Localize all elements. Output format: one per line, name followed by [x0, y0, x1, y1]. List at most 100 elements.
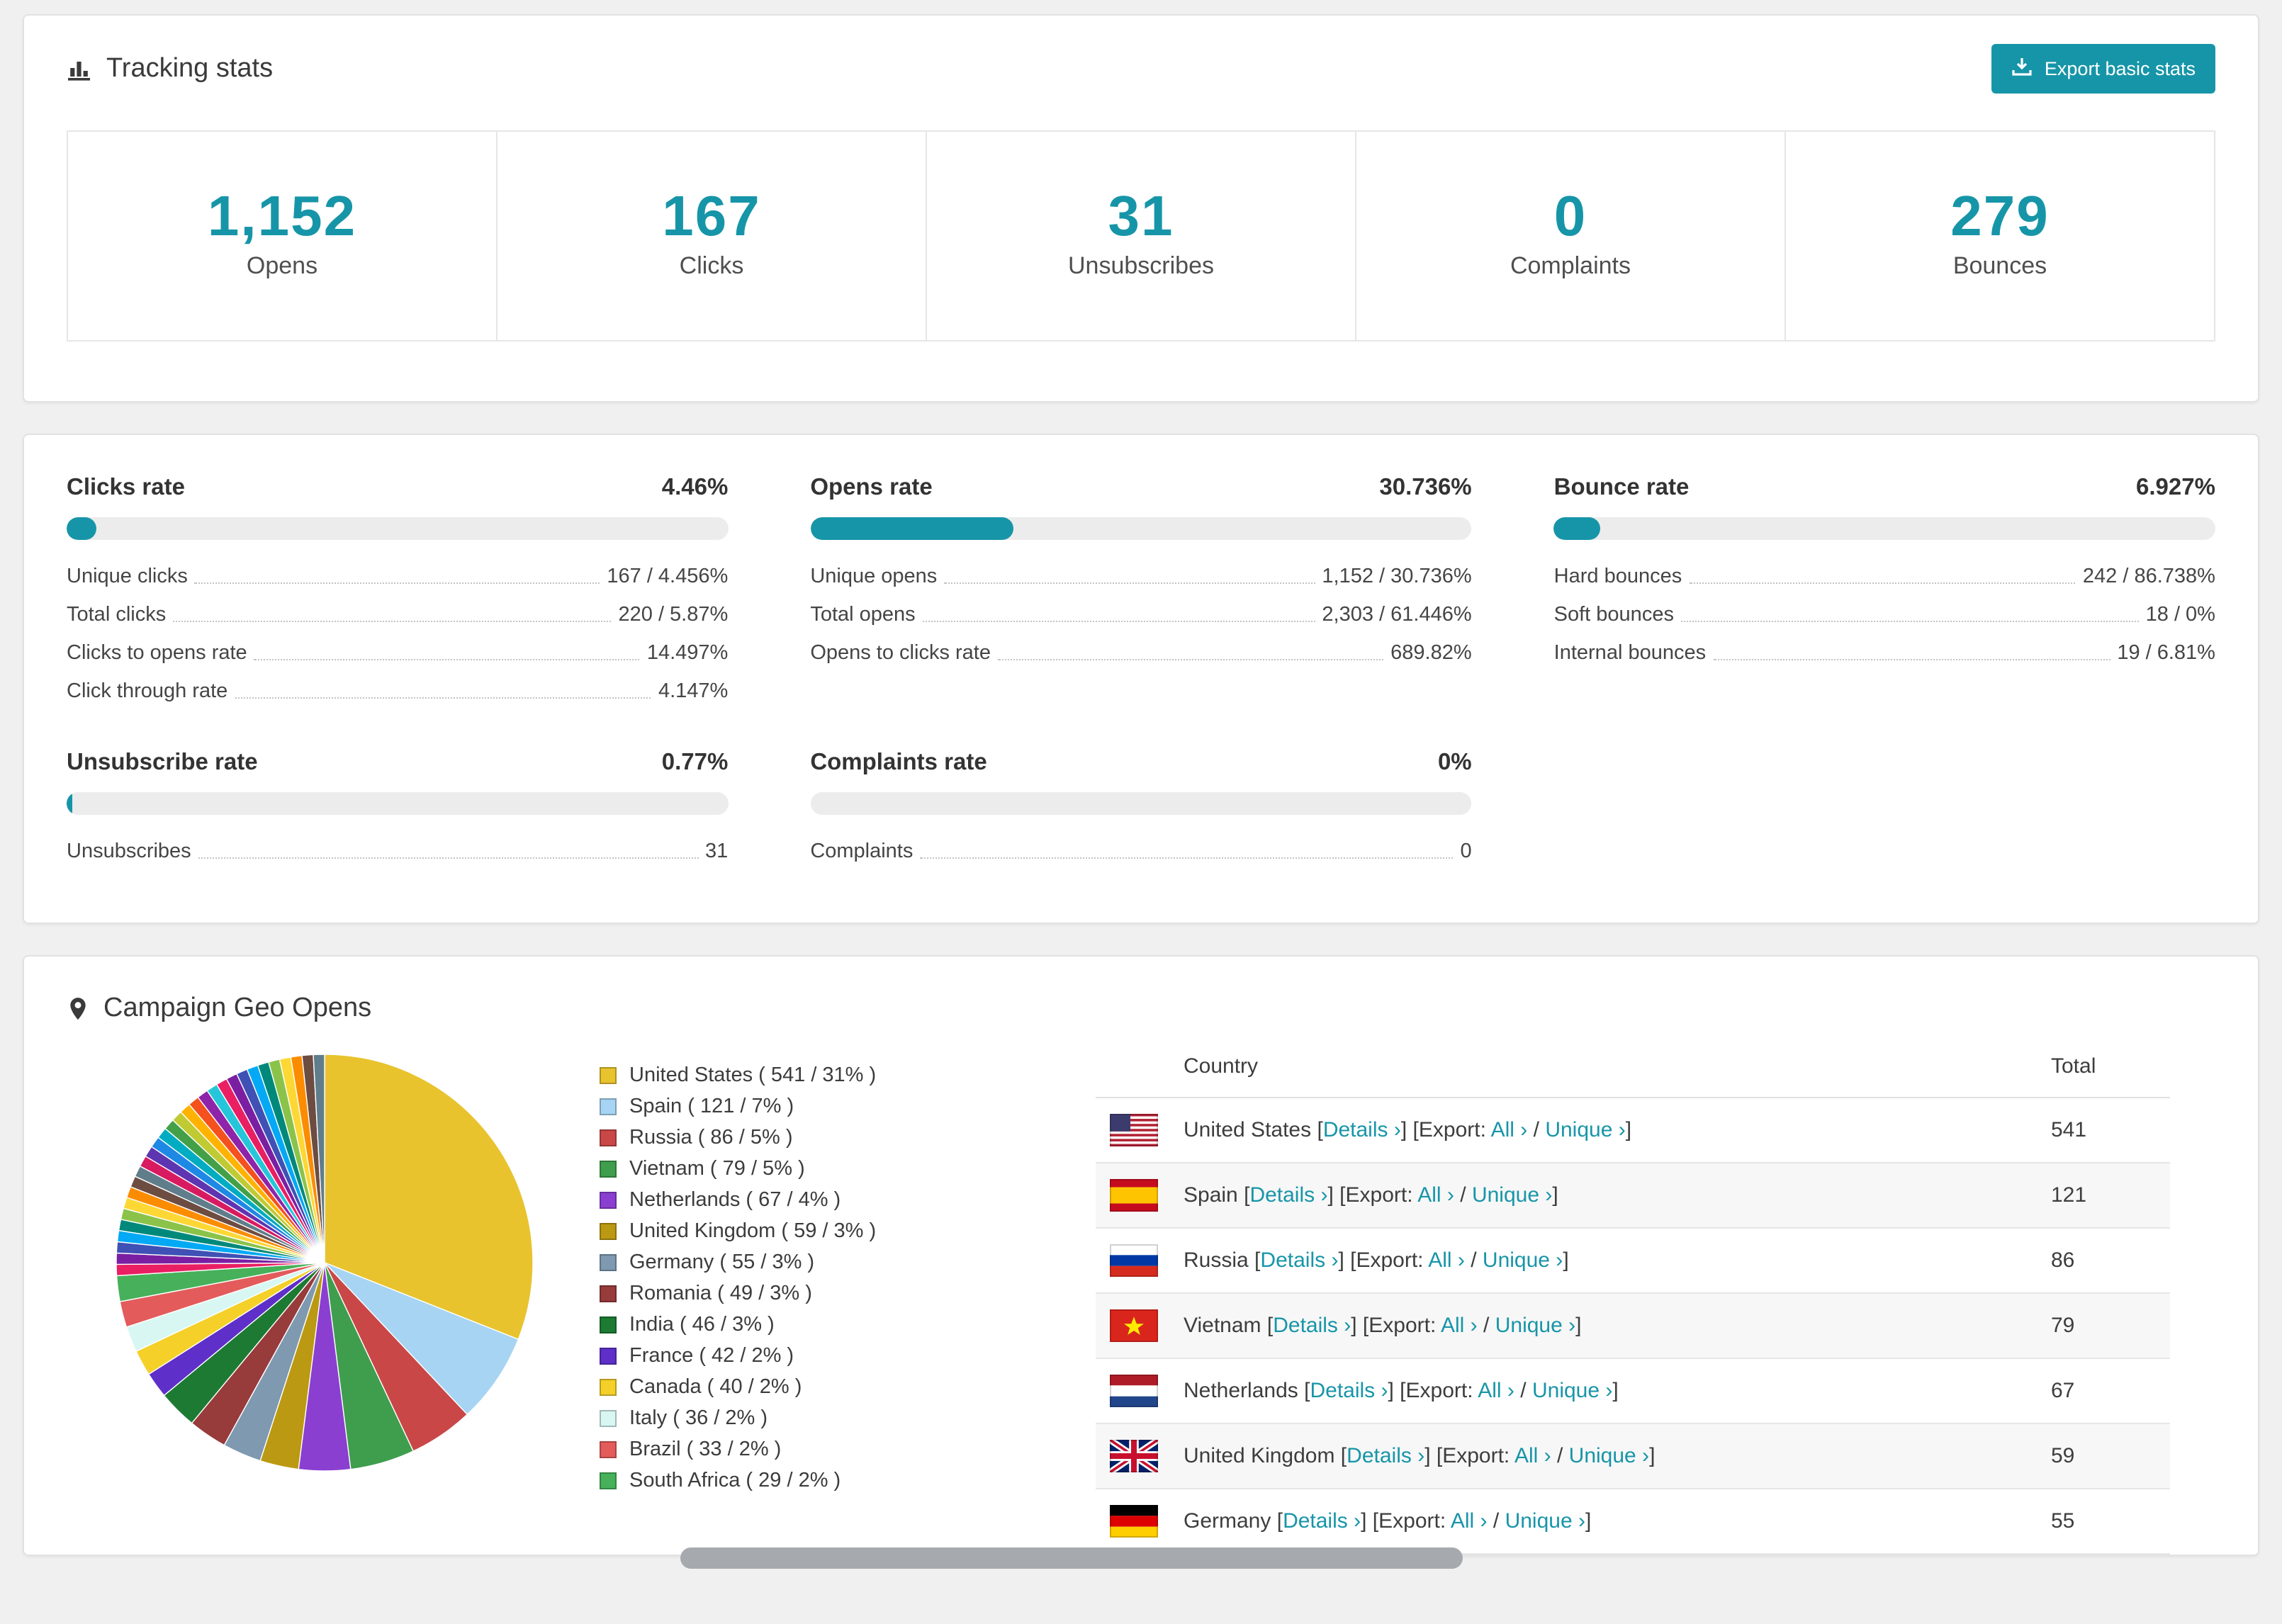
- export-prefix: Export:: [1368, 1314, 1441, 1338]
- rate-block-opens-rate: Opens rate 30.736% Unique opens 1,152 / 30.…: [810, 475, 1472, 703]
- stat-value: 0: [1553, 186, 1587, 248]
- stat-line-value: 2,303 / 61.446%: [1322, 604, 1472, 626]
- stat-line-label: Unique opens: [810, 565, 938, 588]
- stat-line-label: Unique clicks: [67, 565, 188, 588]
- geo-row-spain: Spain [Details ›] [Export: All › / Uniqu…: [1096, 1163, 2170, 1229]
- stat-line-label: Clicks to opens rate: [67, 642, 247, 665]
- flag-es-icon: [1110, 1179, 1158, 1212]
- legend-item-india: India ( 46 / 3% ): [600, 1314, 1039, 1336]
- details-link-united-states[interactable]: Details ›: [1323, 1118, 1401, 1142]
- stat-line-total-clicks: Total clicks 220 / 5.87%: [67, 604, 728, 626]
- dotted-leader: [997, 659, 1384, 660]
- tracking-stats-title: Tracking stats: [67, 53, 273, 84]
- geo-row-united-states: United States [Details ›] [Export: All ›…: [1096, 1098, 2170, 1163]
- flag-cell-russia: [1096, 1228, 1172, 1294]
- export-icon: [2012, 57, 2033, 81]
- geo-table-header-row: Country Total: [1096, 1036, 2170, 1098]
- flag-ru-icon: [1110, 1244, 1158, 1277]
- export-unique-link-netherlands[interactable]: Unique ›: [1532, 1379, 1612, 1403]
- flag-us-icon: [1110, 1114, 1158, 1146]
- export-all-link-united-kingdom[interactable]: All ›: [1514, 1444, 1551, 1468]
- stat-line-soft-bounces: Soft bounces 18 / 0%: [1554, 604, 2215, 626]
- details-link-united-kingdom[interactable]: Details ›: [1347, 1444, 1424, 1468]
- legend-item-vietnam: Vietnam ( 79 / 5% ): [600, 1158, 1039, 1180]
- stat-line-label: Hard bounces: [1553, 565, 1682, 588]
- export-all-link-spain[interactable]: All ›: [1417, 1183, 1454, 1207]
- export-basic-stats-button[interactable]: Export basic stats: [1991, 44, 2215, 94]
- export-prefix: Export:: [1345, 1183, 1418, 1207]
- legend-label: France ( 42 / 2% ): [629, 1345, 794, 1368]
- stat-label: Opens: [246, 252, 318, 279]
- details-link-germany[interactable]: Details ›: [1283, 1509, 1361, 1533]
- stat-line-total-opens: Total opens 2,303 / 61.446%: [810, 604, 1471, 626]
- export-unique-link-spain[interactable]: Unique ›: [1472, 1183, 1552, 1207]
- details-link-russia[interactable]: Details ›: [1260, 1248, 1338, 1273]
- progress-bar: [1553, 517, 2215, 540]
- stat-line-value: 14.497%: [646, 642, 729, 665]
- export-unique-link-united-kingdom[interactable]: Unique ›: [1569, 1444, 1649, 1468]
- export-unique-link-united-states[interactable]: Unique ›: [1545, 1118, 1625, 1142]
- export-unique-link-vietnam[interactable]: Unique ›: [1495, 1314, 1575, 1338]
- geo-row-united-kingdom: United Kingdom [Details ›] [Export: All …: [1096, 1423, 2170, 1489]
- export-unique-link-germany[interactable]: Unique ›: [1505, 1509, 1585, 1533]
- country-cell-russia: Russia [Details ›] [Export: All › / Uniq…: [1172, 1228, 2040, 1294]
- geo-title: Campaign Geo Opens: [67, 993, 2215, 1025]
- country-cell-spain: Spain [Details ›] [Export: All › / Uniqu…: [1172, 1163, 2040, 1229]
- geo-row-germany: Germany [Details ›] [Export: All › / Uni…: [1096, 1489, 2170, 1555]
- flag-cell-united-kingdom: [1096, 1423, 1172, 1489]
- export-unique-link-russia[interactable]: Unique ›: [1483, 1248, 1563, 1273]
- stat-line-unique-clicks: Unique clicks 167 / 4.456%: [67, 565, 728, 588]
- progress-bar-fill: [810, 517, 1014, 540]
- flag-column-header: [1096, 1036, 1172, 1098]
- stat-label: Complaints: [1510, 252, 1631, 279]
- geo-body: United States ( 541 / 31% ) Spain ( 121 /…: [24, 1030, 2258, 1555]
- export-prefix: Export:: [1405, 1379, 1478, 1403]
- progress-bar-fill: [1553, 517, 1600, 540]
- stat-line-value: 689.82%: [1390, 642, 1472, 665]
- stat-line-label: Unsubscribes: [67, 840, 191, 863]
- stat-value: 279: [1950, 186, 2050, 248]
- horizontal-scrollbar-thumb[interactable]: [680, 1547, 1463, 1569]
- legend-swatch: [600, 1410, 617, 1427]
- details-link-netherlands[interactable]: Details ›: [1310, 1379, 1388, 1403]
- stat-line-value: 167 / 4.456%: [607, 565, 729, 588]
- rates-card: Clicks rate 4.46% Unique clicks 167 / 4.456…: [23, 434, 2259, 924]
- dotted-leader: [1680, 621, 2139, 622]
- export-all-link-netherlands[interactable]: All ›: [1478, 1379, 1514, 1403]
- rate-value: 4.46%: [661, 475, 729, 500]
- stat-line-value: 220 / 5.87%: [618, 604, 729, 626]
- dotted-leader: [235, 697, 651, 699]
- flag-cell-vietnam: [1096, 1293, 1172, 1359]
- export-prefix: Export:: [1378, 1509, 1451, 1533]
- stat-line-hard-bounces: Hard bounces 242 / 86.738%: [1554, 565, 2215, 588]
- flag-nl-icon: [1110, 1375, 1158, 1407]
- details-link-vietnam[interactable]: Details ›: [1273, 1314, 1351, 1338]
- export-all-link-united-states[interactable]: All ›: [1491, 1118, 1528, 1142]
- legend-label: Germany ( 55 / 3% ): [629, 1251, 815, 1274]
- legend-label: India ( 46 / 3% ): [629, 1314, 775, 1336]
- legend-swatch: [600, 1098, 617, 1115]
- stat-line-value: 1,152 / 30.736%: [1322, 565, 1472, 588]
- details-link-spain[interactable]: Details ›: [1249, 1183, 1327, 1207]
- legend-swatch: [600, 1348, 617, 1365]
- export-all-link-russia[interactable]: All ›: [1428, 1248, 1465, 1273]
- legend-label: Vietnam ( 79 / 5% ): [629, 1158, 805, 1180]
- legend-swatch: [600, 1285, 617, 1302]
- total-column-header: Total: [2040, 1036, 2170, 1098]
- progress-bar-fill: [67, 792, 72, 815]
- geo-title-text: Campaign Geo Opens: [103, 993, 372, 1023]
- rate-block-complaints-rate: Complaints rate 0% Complaints 0: [810, 750, 1472, 863]
- rate-title: Opens rate: [810, 475, 933, 500]
- export-all-link-vietnam[interactable]: All ›: [1441, 1314, 1478, 1338]
- stat-line-value: 18 / 0%: [2145, 604, 2215, 626]
- geo-total-germany: 55: [2040, 1489, 2170, 1555]
- stat-line-value: 4.147%: [658, 680, 729, 703]
- progress-bar: [810, 792, 1472, 815]
- stat-line-unsubscribes: Unsubscribes 31: [67, 840, 728, 863]
- country-name: United Kingdom: [1184, 1444, 1335, 1468]
- rate-title: Unsubscribe rate: [67, 750, 258, 775]
- country-name: Russia: [1184, 1248, 1249, 1273]
- stat-line-label: Click through rate: [67, 680, 228, 703]
- export-all-link-germany[interactable]: All ›: [1451, 1509, 1488, 1533]
- progress-bar: [810, 517, 1472, 540]
